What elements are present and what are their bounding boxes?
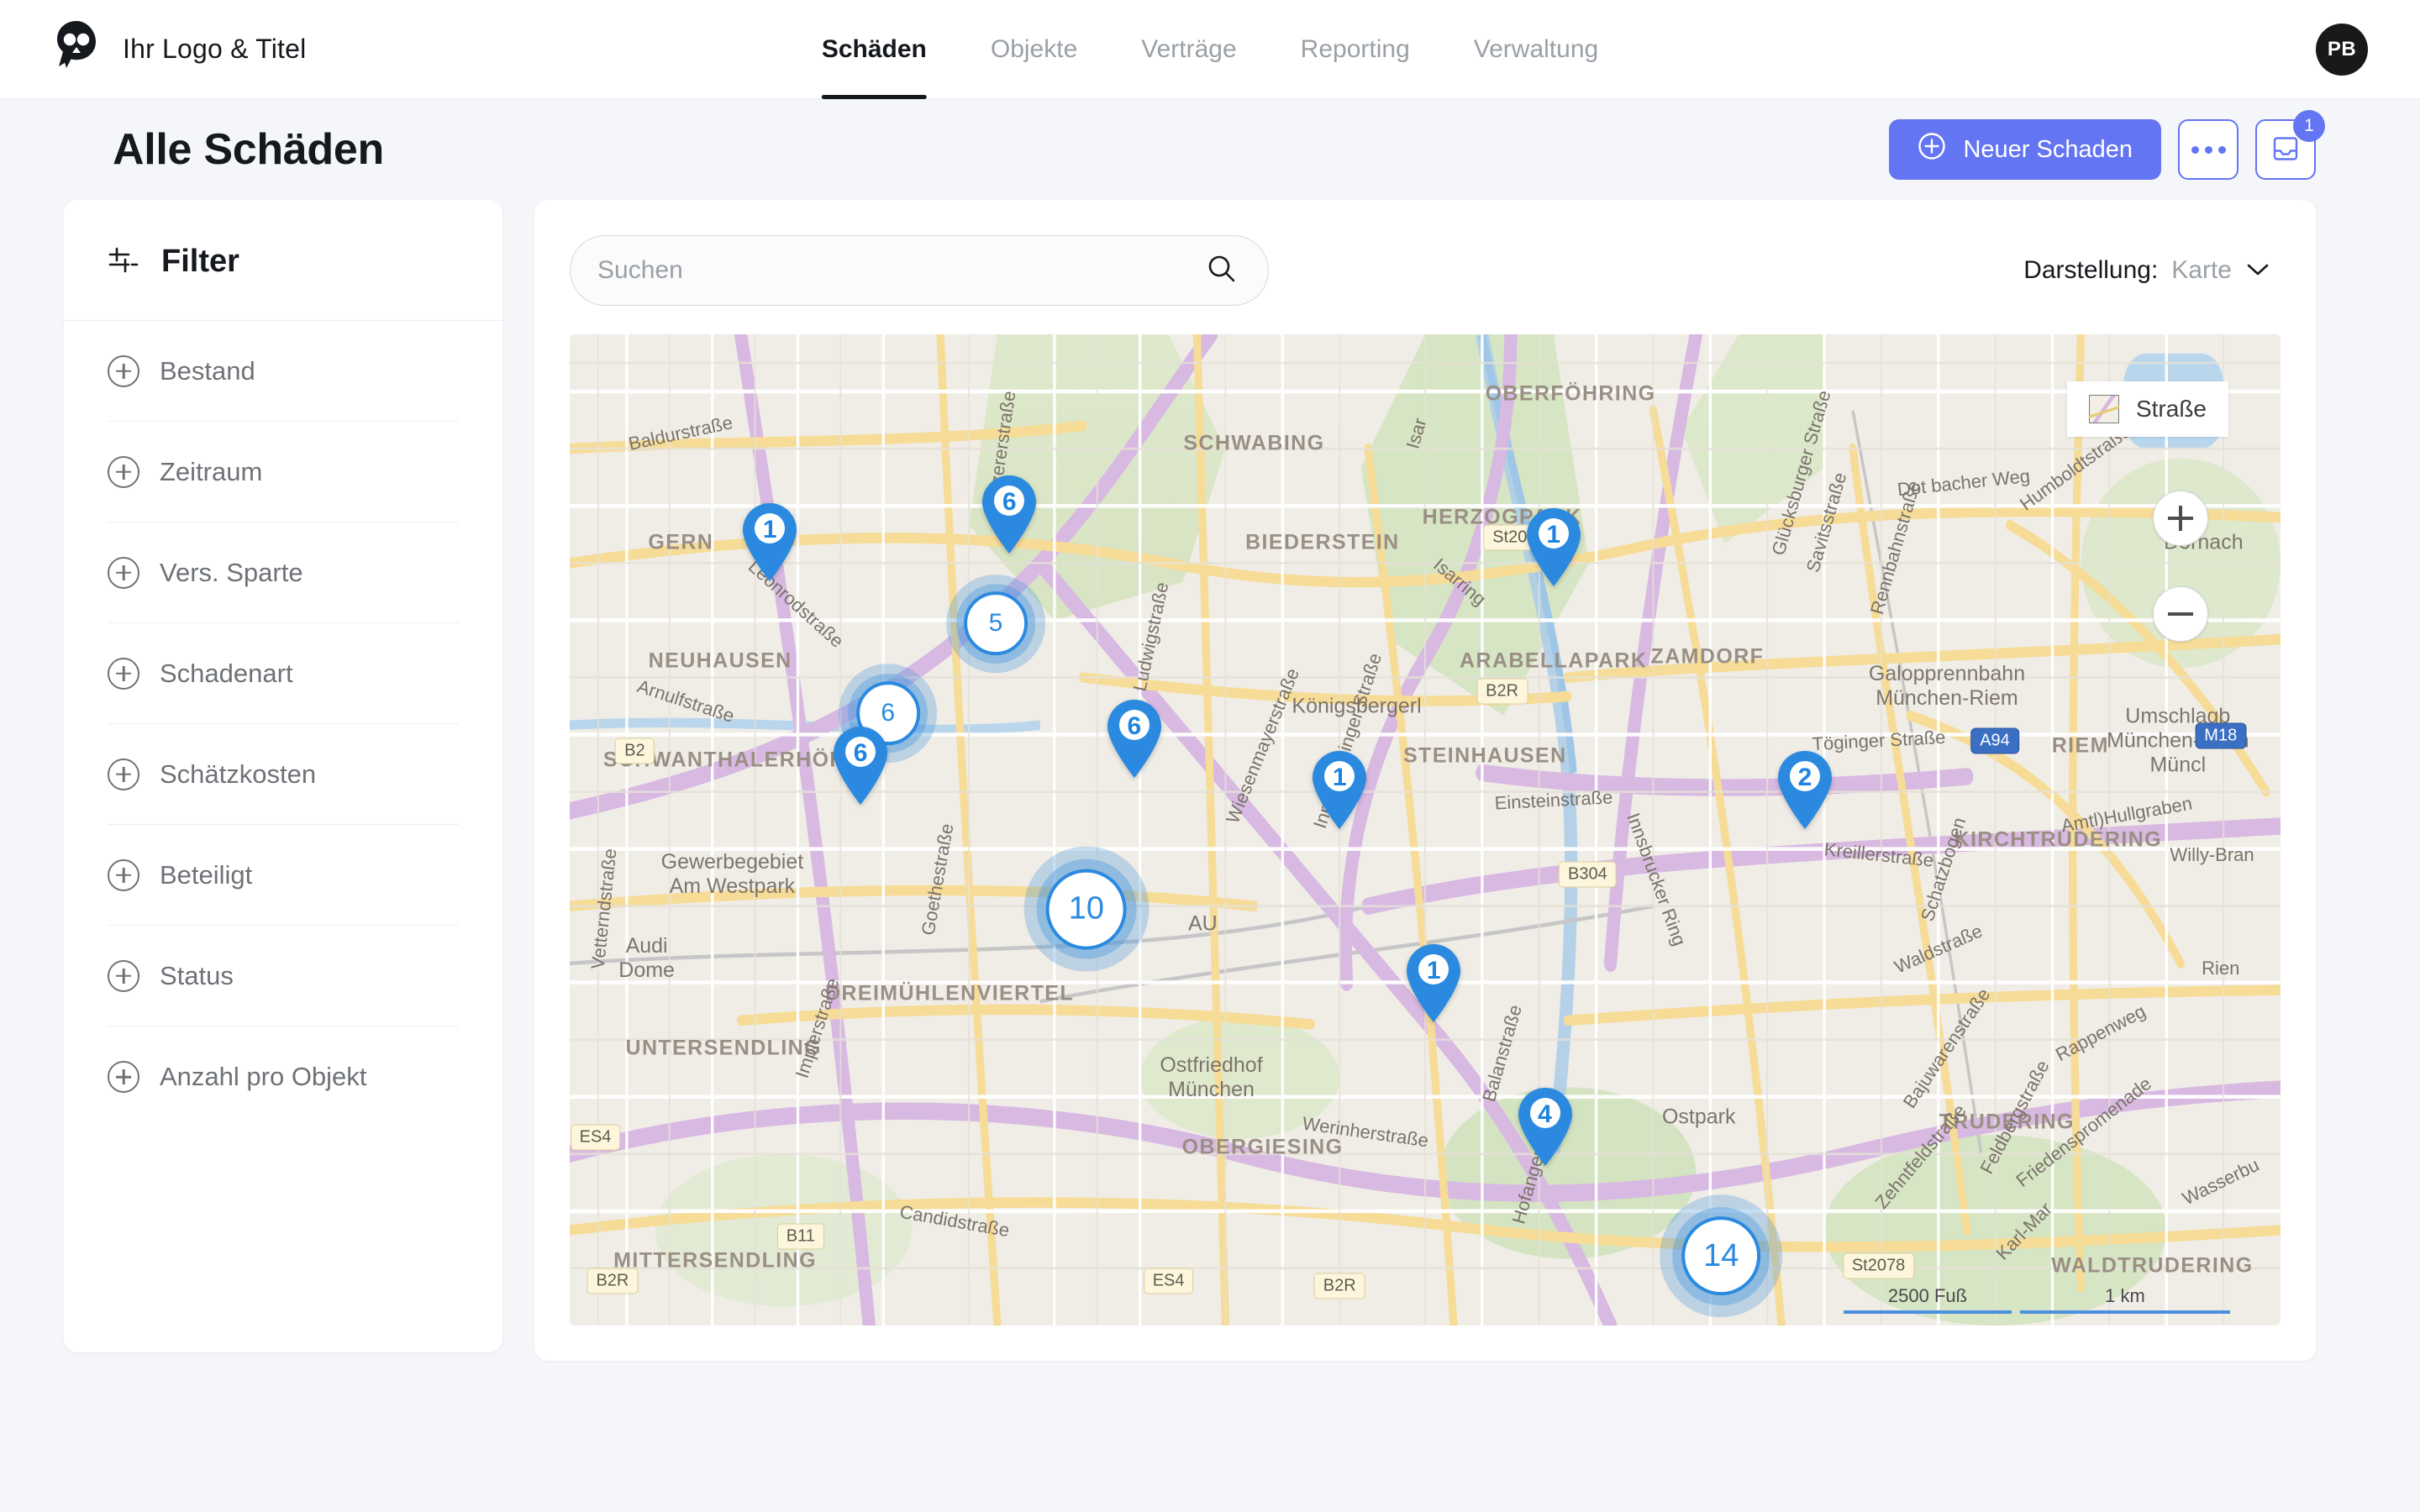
plus-circle-icon [108,858,139,891]
new-damage-button-label: Neuer Schaden [1963,135,2133,163]
filter-item-schadenart[interactable]: Schadenart [108,623,459,724]
search-input[interactable] [597,256,1206,285]
zoom-out-button[interactable] [2153,586,2208,642]
filter-item-label: Schätzkosten [160,759,317,789]
map-road-shield: St2078 [1842,1252,1915,1279]
nav-item-schaeden[interactable]: Schäden [790,0,959,99]
map-layer-toggle[interactable]: Straße [2066,381,2228,437]
map-marker-pin[interactable]: 1 [1403,942,1464,1023]
map-road-shield: ES4 [570,1124,621,1151]
map-thumbnail-icon [2088,395,2119,423]
more-actions-button[interactable] [2178,119,2238,180]
filter-list: Bestand Zeitraum Vers. Sparte Schadenart… [64,321,502,1127]
filter-item-label: Schadenart [160,658,293,688]
damage-map[interactable]: GERN NEUHAUSEN SCHWABING OBERFÖHRING HERZOGP… [570,334,2281,1326]
search-box[interactable] [570,235,1269,306]
page-title: Alle Schäden [113,125,384,174]
view-mode-label: Darstellung: [2023,256,2159,284]
search-icon[interactable] [1206,253,1238,289]
map-road-shield: B304 [1559,861,1617,888]
map-road-shield: B2R [587,1268,639,1294]
new-damage-button[interactable]: Neuer Schaden [1889,119,2161,180]
view-mode-value: Karte [2171,256,2232,284]
map-marker-cluster[interactable]: 10 [1023,846,1150,972]
map-toolbar: Darstellung: Karte [570,235,2281,306]
map-marker-pin[interactable]: 1 [739,501,800,582]
map-road-shield: A94 [1970,727,2019,754]
map-road-shield: B11 [776,1223,824,1250]
map-marker-cluster[interactable]: 14 [1660,1194,1783,1318]
plus-circle-icon [108,556,139,589]
plus-circle-icon [108,354,139,387]
sliders-icon [108,245,139,278]
filter-item-label: Anzahl pro Objekt [160,1062,367,1091]
plus-circle-icon [108,1061,139,1093]
header-actions: Neuer Schaden 1 [1889,110,2325,180]
map-marker-pin[interactable]: 6 [830,725,891,806]
filter-item-bestand[interactable]: Bestand [108,321,459,422]
chevron-down-icon [2245,256,2270,285]
nav-item-reporting[interactable]: Reporting [1269,0,1442,99]
map-marker-pin[interactable]: 1 [1309,749,1370,830]
filter-item-zeitraum[interactable]: Zeitraum [108,422,459,522]
inbox-badge: 1 [2293,110,2325,142]
filter-item-label: Beteiligt [160,859,253,890]
filter-header: Filter [64,200,502,321]
filter-item-anzahl-pro-objekt[interactable]: Anzahl pro Objekt [108,1026,459,1127]
filter-item-status[interactable]: Status [108,926,459,1026]
map-marker-count: 5 [963,591,1028,656]
plus-circle-icon [108,455,139,488]
map-road-shield: B2R [1476,678,1528,705]
owl-logo-icon [52,19,101,80]
filter-item-label: Status [160,960,234,990]
map-road-shield: B2R [1313,1273,1365,1299]
nav-item-vertraege[interactable]: Verträge [1109,0,1268,99]
brand[interactable]: Ihr Logo & Titel [52,19,306,80]
map-panel: Darstellung: Karte [534,200,2316,1361]
map-marker-cluster[interactable]: 5 [946,574,1045,674]
plus-circle-icon [1918,132,1946,167]
filter-sidebar: Filter Bestand Zeitraum Vers. Sparte Sch… [64,200,502,1352]
map-road-shield: M18 [2195,722,2247,749]
map-marker-count: 14 [1681,1216,1761,1296]
zoom-in-button[interactable] [2153,491,2208,546]
map-road-shield: ES4 [1143,1268,1194,1294]
plus-circle-icon [108,657,139,690]
avatar[interactable]: PB [2316,23,2368,76]
map-road-shield: B2 [615,738,655,764]
nav-item-verwaltung[interactable]: Verwaltung [1442,0,1630,99]
map-marker-pin[interactable]: 4 [1515,1086,1576,1167]
map-marker-pin[interactable]: 1 [1523,507,1584,587]
map-marker-pin[interactable]: 2 [1775,749,1835,830]
top-navigation-bar: Ihr Logo & Titel Schäden Objekte Verträg… [0,0,2420,99]
page-header: Alle Schäden Neuer Schaden 1 [0,99,2420,200]
ellipsis-icon [2191,145,2226,154]
filter-item-vers-sparte[interactable]: Vers. Sparte [108,522,459,623]
filter-item-label: Zeitraum [160,456,263,486]
filter-item-schaetzkosten[interactable]: Schätzkosten [108,724,459,825]
plus-circle-icon [108,758,139,790]
view-mode-dropdown[interactable]: Darstellung: Karte [2023,256,2270,285]
nav-item-objekte[interactable]: Objekte [959,0,1109,99]
map-layer-label: Straße [2135,396,2207,422]
filter-item-beteiligt[interactable]: Beteiligt [108,825,459,926]
map-marker-pin[interactable]: 6 [1104,698,1165,779]
inbox-icon [2270,133,2302,167]
content-area: Filter Bestand Zeitraum Vers. Sparte Sch… [0,200,2420,1361]
filter-item-label: Bestand [160,355,255,386]
map-marker-pin[interactable]: 6 [979,474,1039,554]
filter-title: Filter [161,244,239,279]
filter-item-label: Vers. Sparte [160,557,303,587]
brand-title: Ihr Logo & Titel [123,34,307,64]
main-nav: Schäden Objekte Verträge Reporting Verwa… [790,0,1630,99]
plus-circle-icon [108,959,139,992]
minus-icon [2168,612,2193,616]
inbox-button[interactable]: 1 [2255,110,2325,180]
